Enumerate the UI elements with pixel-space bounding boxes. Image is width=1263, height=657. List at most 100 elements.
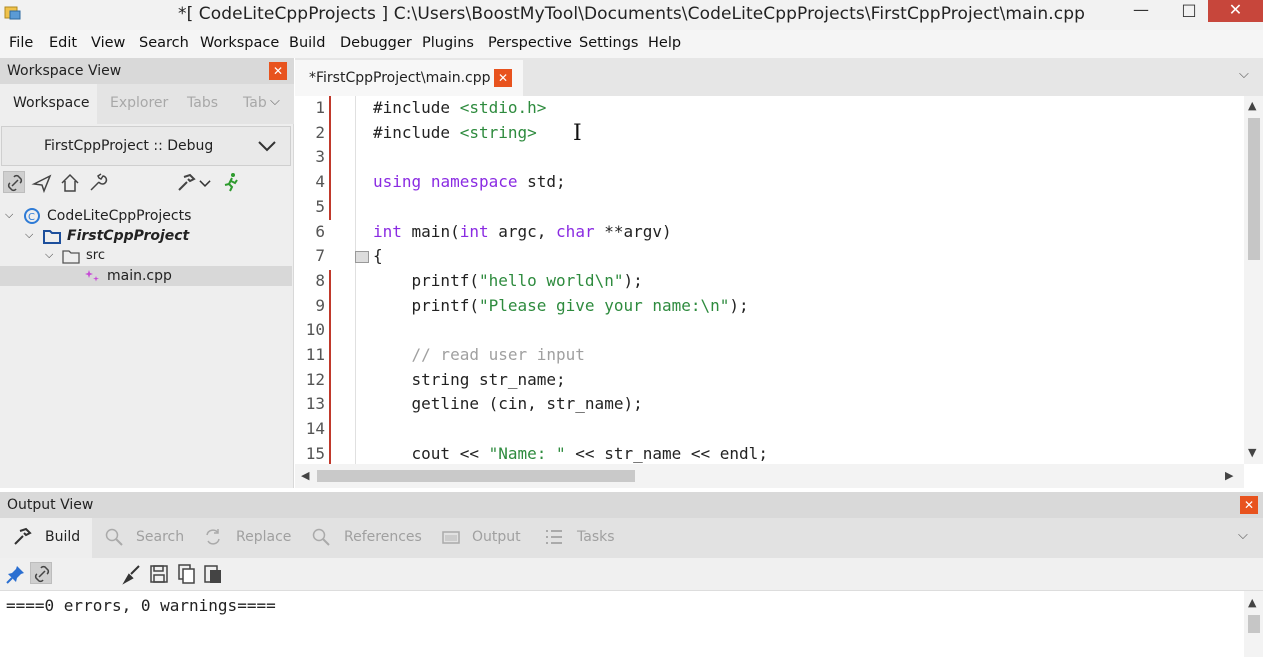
menu-perspective[interactable]: Perspective xyxy=(488,35,572,51)
menu-workspace[interactable]: Workspace xyxy=(200,35,279,51)
code-token: << str_name << endl; xyxy=(566,444,768,463)
code-line: printf("Please give your name:\n"); xyxy=(373,296,749,315)
output-toolbar xyxy=(0,558,1263,590)
close-window-button[interactable]: ✕ xyxy=(1208,0,1263,22)
tree-item-file[interactable]: main.cpp xyxy=(0,266,292,286)
paste-icon[interactable] xyxy=(202,563,224,585)
code-token: // read user input xyxy=(412,345,585,364)
code-line: #include <string> xyxy=(373,123,537,142)
code-token: argc, xyxy=(489,222,556,241)
link-editor-icon[interactable] xyxy=(3,171,25,193)
code-line: using namespace std; xyxy=(373,172,566,191)
output-panel[interactable]: ====0 errors, 0 warnings==== ▲ xyxy=(0,590,1263,657)
editor-horizontal-scrollbar[interactable]: ◀ ▶ xyxy=(295,464,1244,488)
menu-settings[interactable]: Settings xyxy=(579,35,638,51)
clear-brush-icon[interactable] xyxy=(121,563,143,585)
code-line: cout << "Name: " << str_name << endl; xyxy=(373,444,768,463)
tree-item-folder[interactable]: ⌵ src xyxy=(0,246,292,266)
output-scroll-thumb[interactable] xyxy=(1248,615,1260,633)
save-icon[interactable] xyxy=(148,563,170,585)
build-hammer-icon[interactable] xyxy=(175,172,197,194)
menu-search[interactable]: Search xyxy=(139,35,189,51)
line-number: 11 xyxy=(295,345,325,364)
code-line: getline (cin, str_name); xyxy=(373,394,643,413)
fold-collapse-icon[interactable] xyxy=(355,251,369,263)
line-number: 12 xyxy=(295,370,325,389)
tab-workspace[interactable]: Workspace xyxy=(13,95,90,111)
folder-name: src xyxy=(86,248,105,263)
scroll-up-icon[interactable]: ▲ xyxy=(1248,99,1256,112)
line-number-gutter: 123456789101112131415 xyxy=(295,96,330,464)
menu-view[interactable]: View xyxy=(91,35,125,51)
workspace-view-panel: Workspace View ✕ Workspace Explorer Tabs… xyxy=(0,58,294,488)
menu-file[interactable]: File xyxy=(9,35,33,51)
editor-vertical-scroll-thumb[interactable] xyxy=(1248,118,1260,260)
code-editor[interactable]: 123456789101112131415 #include <stdio.h>… xyxy=(295,96,1263,464)
output-icon xyxy=(441,527,461,547)
line-number: 13 xyxy=(295,394,325,413)
run-icon[interactable] xyxy=(220,171,242,193)
pin-icon[interactable] xyxy=(5,563,27,585)
chevron-down-icon[interactable]: ⌵ xyxy=(5,208,13,222)
output-view-title: Output View xyxy=(7,497,93,513)
tab-tasks[interactable]: Tasks xyxy=(577,529,615,545)
code-token: #include xyxy=(373,123,460,142)
link-editor-icon[interactable] xyxy=(30,562,52,584)
goto-active-project-icon[interactable] xyxy=(31,172,53,194)
cpp-file-icon xyxy=(84,268,102,284)
output-vertical-scrollbar[interactable]: ▲ xyxy=(1244,591,1263,657)
chevron-down-icon[interactable]: ⌵ xyxy=(1238,528,1248,543)
menu-edit[interactable]: Edit xyxy=(49,35,77,51)
output-view-close-icon[interactable]: ✕ xyxy=(1240,496,1258,514)
project-folder-icon xyxy=(43,228,61,244)
tab-tab[interactable]: Tab xyxy=(243,95,267,111)
menu-build[interactable]: Build xyxy=(289,35,325,51)
line-number: 5 xyxy=(295,197,325,216)
code-token: "Please give your name:\n" xyxy=(479,296,729,315)
chevron-down-icon[interactable]: ⌵ xyxy=(270,94,280,109)
chevron-down-icon[interactable]: ⌵ xyxy=(25,228,33,242)
line-number: 3 xyxy=(295,147,325,166)
tab-build[interactable]: Build xyxy=(45,529,80,545)
scroll-down-icon[interactable]: ▼ xyxy=(1248,446,1256,459)
line-number: 15 xyxy=(295,444,325,463)
code-token: ); xyxy=(623,271,642,290)
line-number: 14 xyxy=(295,419,325,438)
build-configuration-select[interactable]: FirstCppProject :: Debug xyxy=(1,126,291,166)
scroll-up-icon[interactable]: ▲ xyxy=(1248,596,1256,609)
tab-references[interactable]: References xyxy=(344,529,422,545)
tab-search[interactable]: Search xyxy=(136,529,184,545)
maximize-button[interactable]: □ xyxy=(1166,0,1212,22)
home-icon[interactable] xyxy=(59,172,81,194)
editor-vertical-scrollbar[interactable]: ▲ ▼ xyxy=(1244,96,1263,464)
editor-horizontal-scroll-thumb[interactable] xyxy=(317,470,635,482)
editor-tab-main-cpp[interactable]: *FirstCppProject\main.cpp ✕ xyxy=(295,60,523,96)
tab-explorer[interactable]: Explorer xyxy=(110,95,168,111)
chevron-down-icon xyxy=(256,135,278,157)
chevron-down-icon[interactable]: ⌵ xyxy=(45,248,53,262)
tab-replace[interactable]: Replace xyxy=(236,529,291,545)
code-token: { xyxy=(373,246,383,265)
tab-output[interactable]: Output xyxy=(472,529,521,545)
tree-item-workspace[interactable]: ⌵ C CodeLiteCppProjects xyxy=(0,206,292,226)
code-token: ); xyxy=(729,296,748,315)
menu-plugins[interactable]: Plugins xyxy=(422,35,474,51)
minimize-button[interactable]: — xyxy=(1118,0,1164,22)
scroll-right-icon[interactable]: ▶ xyxy=(1225,469,1233,482)
code-token: **argv) xyxy=(595,222,672,241)
tree-item-project[interactable]: ⌵ FirstCppProject xyxy=(0,226,292,246)
menu-bar: File Edit View Search Workspace Build De… xyxy=(0,30,1263,58)
chevron-down-icon[interactable] xyxy=(197,172,213,194)
tab-tabs[interactable]: Tabs xyxy=(187,95,218,111)
chevron-down-icon[interactable]: ⌵ xyxy=(1239,67,1249,82)
menu-help[interactable]: Help xyxy=(648,35,681,51)
workspace-view-close-icon[interactable]: ✕ xyxy=(269,62,287,80)
code-token: string str_name; xyxy=(373,370,566,389)
editor-tab-close-icon[interactable]: ✕ xyxy=(494,69,512,87)
wrench-icon[interactable] xyxy=(87,172,109,194)
scroll-left-icon[interactable]: ◀ xyxy=(301,469,309,482)
workspace-view-header: Workspace View ✕ xyxy=(0,58,294,84)
menu-debugger[interactable]: Debugger xyxy=(340,35,412,51)
code-token: #include xyxy=(373,98,460,117)
copy-icon[interactable] xyxy=(175,563,197,585)
